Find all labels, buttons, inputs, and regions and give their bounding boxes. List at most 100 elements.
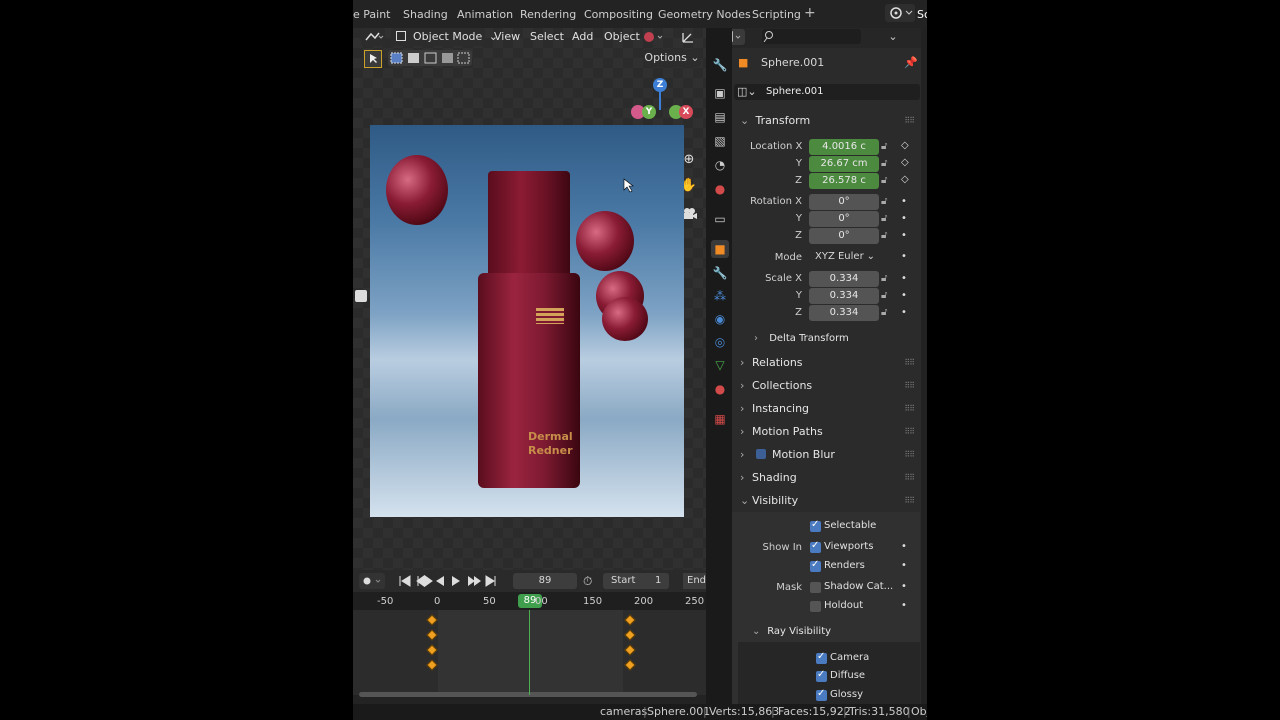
timeline-scrollbar[interactable] (359, 692, 697, 697)
3d-viewport[interactable]: Object Mode ⌄ View Select Add Object Opt… (353, 28, 706, 570)
drag-grip-icon[interactable]: ⠿⠿ (904, 427, 915, 436)
gizmo-y-axis[interactable]: Y (642, 105, 656, 119)
select-tool-button[interactable] (364, 50, 382, 68)
keyframe-dot-icon[interactable]: • (901, 251, 907, 262)
lock-icon[interactable]: 🔓︎ (881, 307, 887, 318)
add-workspace-icon[interactable]: + (804, 5, 816, 21)
drag-grip-icon[interactable]: ⠿⠿ (904, 404, 915, 413)
shading-ball-button[interactable] (641, 28, 669, 46)
rotation-x-field[interactable]: 0° (809, 194, 879, 210)
tab-geometry-nodes[interactable]: Geometry Nodes (658, 8, 751, 21)
zoom-icon[interactable]: ⊕ (680, 152, 698, 170)
keyframe-diamond-icon[interactable]: ◇ (901, 174, 909, 185)
location-x-field[interactable]: 4.0016 c (809, 139, 879, 155)
hand-pan-icon[interactable]: ✋ (680, 178, 698, 196)
playhead-line[interactable] (529, 610, 530, 695)
menu-view[interactable]: View (494, 28, 520, 46)
lock-icon[interactable]: 🔓︎ (881, 141, 887, 152)
keyframe-dot-icon[interactable]: • (901, 290, 907, 301)
rotation-z-field[interactable]: 0° (809, 228, 879, 244)
current-frame-field[interactable]: 89 (513, 573, 577, 589)
drag-grip-icon[interactable]: ⠿⠿ (904, 473, 915, 482)
keyframe[interactable] (426, 659, 438, 671)
keyframe[interactable] (624, 644, 636, 656)
motion-blur-panel-header[interactable]: › Motion Blur (740, 448, 835, 461)
delta-transform-subpanel[interactable]: › Delta Transform (754, 333, 849, 344)
material-tab-icon[interactable]: ● (711, 380, 729, 398)
checker-toggle-icon[interactable] (355, 290, 367, 302)
keyframe[interactable] (426, 629, 438, 641)
menu-object[interactable]: Object (604, 28, 640, 46)
lock-icon[interactable]: 🔓︎ (881, 230, 887, 241)
lock-icon[interactable]: 🔓︎ (881, 175, 887, 186)
scene-tab-icon[interactable]: ◔ (711, 156, 729, 174)
editor-type-button[interactable] (732, 29, 745, 45)
keyframe-dot-icon[interactable]: • (901, 196, 907, 207)
lock-icon[interactable]: 🔓︎ (881, 290, 887, 301)
shadow-catcher-checkbox[interactable] (810, 582, 821, 593)
data-tab-icon[interactable]: ▽ (711, 356, 729, 374)
tab-rendering[interactable]: Rendering (520, 8, 576, 21)
drag-grip-icon[interactable]: ⠿⠿ (904, 450, 915, 459)
stopwatch-icon[interactable]: ⏱ (583, 573, 597, 589)
collections-panel-header[interactable]: › Collections (740, 379, 812, 392)
keyframe-dot-icon[interactable]: • (901, 213, 907, 224)
keyframe-diamond-icon[interactable]: ◇ (901, 140, 909, 151)
object-tab-icon[interactable]: ■ (711, 240, 729, 258)
lock-icon[interactable]: 🔓︎ (881, 273, 887, 284)
tab-compositing[interactable]: Compositing (584, 8, 653, 21)
selectable-checkbox[interactable] (810, 519, 821, 532)
modifier-tab-icon[interactable]: 🔧 (711, 264, 729, 282)
keyframe-dot-icon[interactable]: • (901, 560, 907, 571)
motion-blur-checkbox[interactable] (755, 449, 766, 459)
object-name-field[interactable]: ◫⌄ Sphere.001 (734, 84, 920, 100)
scale-y-field[interactable]: 0.334 (809, 288, 879, 304)
constraints-tab-icon[interactable]: ◎ (711, 333, 729, 351)
keyframe-dot-icon[interactable]: • (901, 230, 907, 241)
pin-icon[interactable]: 📌 (904, 56, 918, 69)
drag-grip-icon[interactable]: ⠿⠿ (904, 496, 915, 505)
select-mode-icons[interactable] (388, 50, 472, 66)
keyframe-dot-icon[interactable]: • (901, 307, 907, 318)
location-y-field[interactable]: 26.67 cm (809, 156, 879, 172)
chevron-down-icon[interactable]: ⌄ (884, 30, 902, 44)
holdout-checkbox[interactable] (810, 601, 821, 612)
keyframe-dot-icon[interactable]: • (901, 600, 907, 611)
tool-tab-icon[interactable]: 🔧 (711, 56, 729, 74)
render-tab-icon[interactable]: ▣ (711, 84, 729, 102)
menu-select[interactable]: Select (530, 28, 564, 46)
renders-checkbox[interactable] (810, 559, 821, 572)
visibility-panel-header[interactable]: ⌄ Visibility (740, 494, 798, 507)
keyframe-dot-icon[interactable]: • (901, 581, 907, 592)
world-tab-icon[interactable]: ● (711, 180, 729, 198)
texture-tab-icon[interactable]: ▦ (711, 410, 729, 428)
tab-texture-paint[interactable]: e Paint (353, 8, 391, 21)
location-z-field[interactable]: 26.578 c (809, 173, 879, 189)
relations-panel-header[interactable]: › Relations (740, 356, 803, 369)
scene-selector-button[interactable] (885, 4, 915, 22)
rotation-mode-dropdown[interactable]: XYZ Euler ⌄ (809, 249, 879, 265)
camera-view-icon[interactable] (680, 204, 698, 222)
camera-ray-checkbox[interactable] (816, 651, 827, 664)
keyframe-dot-icon[interactable]: • (901, 273, 907, 284)
drag-grip-icon[interactable]: ⠿⠿ (904, 358, 915, 367)
editor-type-button[interactable] (361, 28, 385, 46)
keyframe[interactable] (426, 644, 438, 656)
transform-panel-header[interactable]: ⌄ Transform (740, 114, 810, 127)
lock-icon[interactable]: 🔓︎ (881, 196, 887, 207)
collection-tab-icon[interactable]: ▭ (711, 210, 729, 228)
record-button[interactable] (359, 573, 385, 589)
particles-tab-icon[interactable]: ⁂ (711, 287, 729, 305)
end-frame-field[interactable]: End (683, 573, 706, 589)
options-dropdown[interactable]: Options ⌄ (643, 49, 701, 67)
properties-scrollbar[interactable] (921, 28, 927, 704)
keyframe-dot-icon[interactable]: • (901, 541, 907, 552)
glossy-ray-checkbox[interactable] (816, 688, 827, 701)
rotation-y-field[interactable]: 0° (809, 211, 879, 227)
lock-icon[interactable]: 🔓︎ (881, 213, 887, 224)
frame-ruler[interactable]: -50 0 50 89 00 150 200 250 (353, 592, 706, 610)
transform-gizmo-button[interactable] (679, 28, 699, 46)
object-mode-dropdown[interactable]: Object Mode ⌄ (391, 28, 498, 46)
tab-animation[interactable]: Animation (457, 8, 513, 21)
scale-z-field[interactable]: 0.334 (809, 305, 879, 321)
